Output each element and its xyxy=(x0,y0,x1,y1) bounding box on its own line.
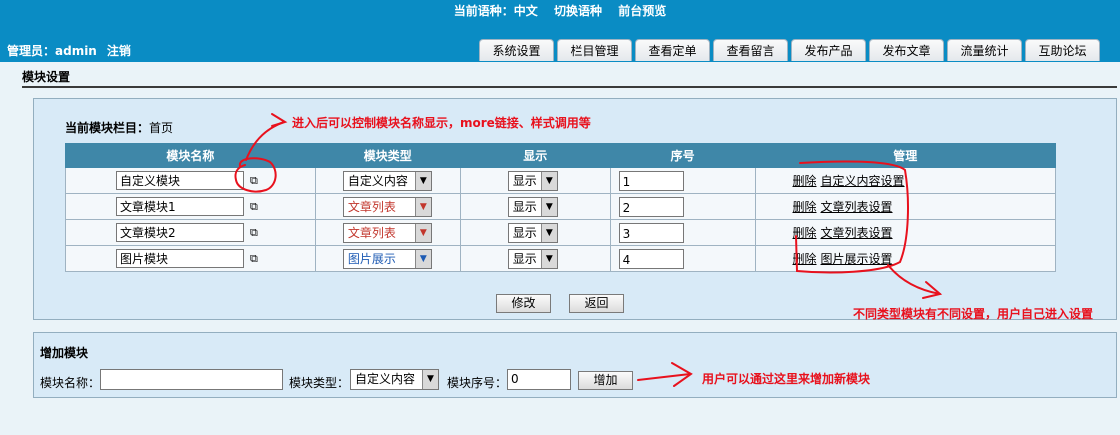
col-header-show: 显示 xyxy=(459,143,611,168)
settings-link[interactable]: 自定义内容设置 xyxy=(821,174,905,188)
language-bar: 当前语种：中文 切换语种 前台预览 xyxy=(0,0,1120,22)
chevron-down-icon: ▼ xyxy=(414,249,431,268)
module-type-select[interactable]: 文章列表 ▼ xyxy=(342,196,432,217)
chevron-down-icon: ▼ xyxy=(540,171,557,190)
tab-traffic-stats[interactable]: 流量统计 xyxy=(947,39,1022,61)
table-header-row: 模块名称 模块类型 显示 序号 管理 xyxy=(65,143,1056,168)
current-column: 当前模块栏目：首页 xyxy=(65,119,173,136)
settings-link[interactable]: 文章列表设置 xyxy=(821,200,893,214)
back-button[interactable]: 返回 xyxy=(569,294,624,313)
order-input[interactable]: 3 xyxy=(618,222,684,243)
order-input[interactable]: 4 xyxy=(618,248,684,269)
module-type-select[interactable]: 图片展示 ▼ xyxy=(342,248,432,269)
new-module-order-input[interactable]: 0 xyxy=(507,369,571,390)
tab-column-management[interactable]: 栏目管理 xyxy=(557,39,632,61)
picker-icon[interactable]: ⧉ xyxy=(250,253,261,264)
picker-icon[interactable]: ⧉ xyxy=(250,227,261,238)
new-module-name-input[interactable] xyxy=(100,369,283,390)
table-row: 图片模块 ⧉ 图片展示 ▼ 显示 ▼ 4 删除 图片展示设置 xyxy=(65,245,1056,272)
switch-language-link[interactable]: 切换语种 xyxy=(554,4,602,18)
module-name-input[interactable]: 自定义模块 xyxy=(116,171,244,190)
chevron-down-icon: ▼ xyxy=(540,223,557,242)
delete-link[interactable]: 删除 xyxy=(793,252,817,266)
tab-view-messages[interactable]: 查看留言 xyxy=(713,39,788,61)
table-row: 自定义模块 ⧉ 自定义内容 ▼ 显示 ▼ 1 删除 自定义内容设置 xyxy=(65,167,1056,194)
tab-view-orders[interactable]: 查看定单 xyxy=(635,39,710,61)
chevron-down-icon: ▼ xyxy=(414,223,431,242)
new-module-order-label: 模块序号： xyxy=(447,376,508,390)
current-column-label: 当前模块栏目： xyxy=(65,121,150,135)
annotation-text: 不同类型模块有不同设置，用户自己进入设置 xyxy=(853,307,1094,321)
picker-icon[interactable]: ⧉ xyxy=(250,201,261,212)
table-row: 文章模块1 ⧉ 文章列表 ▼ 显示 ▼ 2 删除 文章列表设置 xyxy=(65,193,1056,220)
chevron-down-icon: ▼ xyxy=(414,171,431,190)
frontend-preview-link[interactable]: 前台预览 xyxy=(618,4,666,18)
page-title: 模块设置 xyxy=(22,70,71,84)
main-nav-tabs: 系统设置 栏目管理 查看定单 查看留言 发布产品 发布文章 流量统计 互助论坛 xyxy=(479,39,1103,62)
settings-link[interactable]: 图片展示设置 xyxy=(821,252,893,266)
add-module-title: 增加模块 xyxy=(40,346,89,360)
tab-system-settings[interactable]: 系统设置 xyxy=(479,39,554,61)
chevron-down-icon: ▼ xyxy=(422,370,438,389)
current-language: 当前语种：中文 xyxy=(453,4,538,18)
tab-publish-products[interactable]: 发布产品 xyxy=(791,39,866,61)
annotation-text: 进入后可以控制模块名称显示，more链接、样式调用等 xyxy=(292,116,591,130)
chevron-down-icon: ▼ xyxy=(540,197,557,216)
new-module-name-label: 模块名称： xyxy=(40,376,101,390)
delete-link[interactable]: 删除 xyxy=(793,174,817,188)
tab-publish-articles[interactable]: 发布文章 xyxy=(869,39,944,61)
order-input[interactable]: 1 xyxy=(618,170,684,191)
show-select[interactable]: 显示 ▼ xyxy=(507,248,558,269)
new-module-type-select[interactable]: 自定义内容 ▼ xyxy=(350,369,439,390)
col-header-name: 模块名称 xyxy=(65,143,316,168)
settings-link[interactable]: 文章列表设置 xyxy=(821,226,893,240)
chevron-down-icon: ▼ xyxy=(414,197,431,216)
module-name-input[interactable]: 文章模块2 xyxy=(116,223,244,242)
show-select[interactable]: 显示 ▼ xyxy=(507,222,558,243)
admin-info: 管理员：admin 注销 xyxy=(7,42,141,59)
module-name-input[interactable]: 文章模块1 xyxy=(116,197,244,216)
module-name-input[interactable]: 图片模块 xyxy=(116,249,244,268)
order-input[interactable]: 2 xyxy=(618,196,684,217)
admin-label: 管理员：admin xyxy=(7,44,97,58)
logout-link[interactable]: 注销 xyxy=(107,44,131,58)
col-header-manage: 管理 xyxy=(754,143,1056,168)
show-select[interactable]: 显示 ▼ xyxy=(507,170,558,191)
edit-button[interactable]: 修改 xyxy=(496,294,551,313)
col-header-order: 序号 xyxy=(609,143,756,168)
col-header-type: 模块类型 xyxy=(314,143,461,168)
title-divider xyxy=(22,86,1117,88)
new-module-type-label: 模块类型： xyxy=(289,376,350,390)
chevron-down-icon: ▼ xyxy=(540,249,557,268)
show-select[interactable]: 显示 ▼ xyxy=(507,196,558,217)
add-button[interactable]: 增加 xyxy=(578,371,633,390)
delete-link[interactable]: 删除 xyxy=(793,226,817,240)
tab-forum[interactable]: 互助论坛 xyxy=(1025,39,1100,61)
module-type-select[interactable]: 文章列表 ▼ xyxy=(342,222,432,243)
picker-icon[interactable]: ⧉ xyxy=(250,175,261,186)
annotation-text: 用户可以通过这里来增加新模块 xyxy=(702,372,871,386)
delete-link[interactable]: 删除 xyxy=(793,200,817,214)
current-column-value: 首页 xyxy=(149,121,174,135)
top-header: 当前语种：中文 切换语种 前台预览 管理员：admin 注销 系统设置 栏目管理 … xyxy=(0,0,1120,62)
modules-table: 模块名称 模块类型 显示 序号 管理 自定义模块 ⧉ 自定义内容 ▼ 显示 ▼ 1 删… xyxy=(65,143,1056,272)
module-type-select[interactable]: 自定义内容 ▼ xyxy=(342,170,432,191)
table-row: 文章模块2 ⧉ 文章列表 ▼ 显示 ▼ 3 删除 文章列表设置 xyxy=(65,219,1056,246)
